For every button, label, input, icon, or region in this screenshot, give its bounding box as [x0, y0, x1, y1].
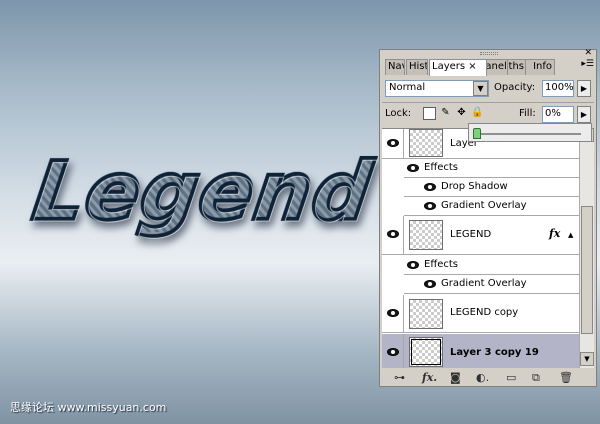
link-layers-icon[interactable]: ⊶ — [394, 371, 405, 384]
legend-artwork-text: Legend — [26, 143, 380, 240]
effect-row-gradient-overlay[interactable]: Gradient Overlay — [404, 275, 579, 294]
opacity-input[interactable]: 100% — [542, 80, 574, 97]
layer-thumbnail — [409, 299, 443, 329]
layer-thumbnail — [409, 337, 443, 367]
new-group-icon[interactable]: ▭ — [506, 371, 516, 384]
fill-slider-track[interactable] — [477, 133, 581, 135]
add-mask-icon[interactable]: ◙ — [450, 371, 461, 384]
lock-fill-row: Lock: ✎ ✥ 🔒 Fill: 0% ▶ — [385, 106, 593, 124]
layer-name[interactable]: LEGEND — [450, 229, 491, 240]
eye-icon[interactable] — [387, 139, 399, 147]
visibility-toggle[interactable] — [382, 334, 404, 368]
lock-transparent-pixels-icon[interactable] — [423, 107, 436, 120]
tab-info[interactable]: Info — [525, 59, 555, 75]
tab-history[interactable]: Hist — [406, 59, 428, 75]
scroll-thumb[interactable] — [581, 206, 593, 334]
effect-label: Gradient Overlay — [441, 200, 527, 211]
eye-icon[interactable] — [424, 183, 436, 191]
tab-layers[interactable]: Layers × — [429, 59, 487, 76]
layers-scrollbar[interactable]: ▲ ▼ — [579, 128, 594, 368]
site-watermark: 思缘论坛 www.missyuan.com — [10, 401, 167, 414]
adjustment-layer-icon[interactable]: ◐. — [476, 371, 489, 384]
layer-name[interactable]: LEGEND copy — [450, 307, 518, 318]
eye-icon[interactable] — [387, 230, 399, 238]
panel-close-icon[interactable]: ✕ — [584, 48, 592, 58]
fill-slider-thumb[interactable] — [473, 128, 481, 139]
layers-panel: ✕ Nav Hist Layers × Chanels Paths Info ▸… — [379, 48, 597, 387]
fill-slider-popup — [468, 123, 592, 142]
panel-tabs: Nav Hist Layers × Chanels Paths Info — [385, 59, 595, 76]
eye-icon[interactable] — [407, 261, 419, 269]
layers-list: Layer Effects Drop Shadow Gradient Overl… — [382, 128, 579, 368]
eye-icon[interactable] — [407, 164, 419, 172]
visibility-toggle[interactable] — [382, 216, 404, 254]
tab-navigator[interactable]: Nav — [385, 59, 405, 75]
blend-mode-select[interactable]: Normal ▼ — [385, 80, 489, 97]
effect-label: Drop Shadow — [441, 181, 508, 192]
eye-icon[interactable] — [387, 309, 399, 317]
expand-triangle-icon[interactable]: ▲ — [568, 231, 573, 239]
opacity-label: Opacity: — [494, 82, 536, 93]
layer-thumbnail — [409, 129, 443, 157]
opacity-slider-arrow-icon[interactable]: ▶ — [577, 80, 591, 97]
panel-title-bar[interactable]: ✕ — [380, 48, 596, 58]
layer-row[interactable]: LEGEND copy — [382, 295, 579, 333]
layer-row[interactable]: LEGEND fx ▲ — [382, 216, 579, 255]
visibility-toggle[interactable] — [382, 129, 404, 158]
lock-all-icon[interactable]: 🔒 — [471, 107, 484, 120]
chevron-down-icon[interactable]: ▼ — [473, 81, 488, 96]
effects-label: Effects — [424, 162, 458, 173]
layer-thumbnail — [409, 220, 443, 250]
scroll-down-icon[interactable]: ▼ — [580, 352, 594, 366]
layer-name[interactable]: Layer 3 copy 19 — [450, 347, 539, 358]
blend-mode-value: Normal — [389, 82, 426, 93]
fill-input[interactable]: 0% — [542, 106, 574, 123]
blend-opacity-row: Normal ▼ Opacity: 100% ▶ — [385, 80, 593, 98]
panel-divider — [382, 102, 594, 103]
eye-icon[interactable] — [387, 348, 399, 356]
effect-row-drop-shadow[interactable]: Drop Shadow — [404, 178, 579, 197]
eye-icon[interactable] — [424, 202, 436, 210]
new-layer-icon[interactable]: ⧉ — [532, 371, 540, 385]
eye-icon[interactable] — [424, 280, 436, 288]
visibility-toggle[interactable] — [382, 295, 404, 332]
lock-image-pixels-icon[interactable]: ✎ — [439, 107, 452, 120]
panel-menu-icon[interactable]: ▸☰ — [581, 59, 594, 69]
fill-slider-arrow-icon[interactable]: ▶ — [577, 106, 591, 123]
panel-grip-icon[interactable] — [480, 52, 498, 55]
layers-bottom-toolbar: ⊶ fx. ◙ ◐. ▭ ⧉ 🗑 — [382, 369, 594, 387]
tab-paths[interactable]: Paths — [507, 59, 527, 75]
effect-row-gradient-overlay[interactable]: Gradient Overlay — [404, 197, 579, 216]
lock-label: Lock: — [385, 108, 412, 119]
effects-row[interactable]: Effects — [404, 159, 579, 178]
effects-label: Effects — [424, 259, 458, 270]
layer-row-selected[interactable]: Layer 3 copy 19 — [382, 334, 579, 368]
add-layer-style-icon[interactable]: fx. — [422, 371, 437, 384]
fx-badge: fx — [549, 227, 561, 240]
effect-label: Gradient Overlay — [441, 278, 527, 289]
effects-row[interactable]: Effects — [404, 256, 579, 275]
fill-label: Fill: — [519, 108, 536, 119]
lock-position-icon[interactable]: ✥ — [455, 107, 468, 120]
delete-layer-icon[interactable]: 🗑 — [559, 371, 573, 384]
